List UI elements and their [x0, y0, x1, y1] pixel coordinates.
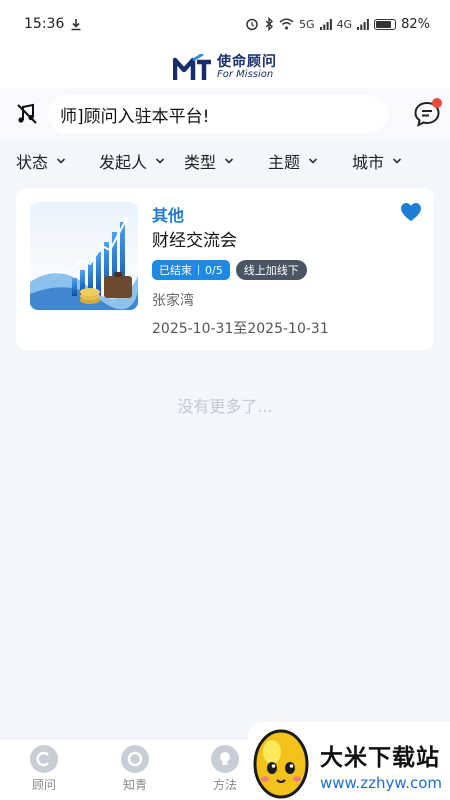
filter-label: 发起人: [99, 153, 148, 172]
finance-chart-image: [30, 202, 138, 310]
status-time: 15:36: [24, 16, 65, 32]
tab-method[interactable]: 方法: [195, 745, 255, 793]
event-card[interactable]: 其他 财经交流会 已结束 0/5 线上加线下 张家湾 2025-10-31至20…: [16, 188, 434, 350]
tab-knowledge[interactable]: 知青: [105, 745, 165, 793]
mascot-icon: [253, 729, 309, 799]
status-left: 15:36: [24, 16, 82, 32]
event-title: 财经交流会: [152, 231, 237, 251]
music-note-icon[interactable]: [16, 101, 38, 127]
participant-count: 0/5: [205, 263, 223, 277]
event-location: 张家湾: [152, 293, 194, 309]
c-logo-icon: [30, 745, 58, 773]
watermark-name: 大米下载站: [320, 745, 440, 771]
brand-logo: 使命顾问 For Mission: [173, 54, 277, 82]
bulb-icon: [211, 745, 239, 773]
list-end-text: 没有更多了...: [177, 397, 273, 416]
event-category: 其他: [152, 206, 185, 225]
battery-icon: [374, 18, 397, 30]
ring-icon: [121, 745, 149, 773]
filter-city[interactable]: 城市: [352, 149, 402, 173]
mode-badge: 线上加线下: [235, 260, 307, 280]
brand-name: 使命顾问: [217, 54, 277, 71]
filter-label: 主题: [268, 153, 301, 172]
chevron-down-icon: [308, 158, 318, 164]
signal-5g-label: 5G: [299, 17, 315, 31]
status-badge: 已结束 0/5: [152, 260, 230, 280]
watermark-url: www.zzhyw.com: [320, 774, 443, 792]
wifi-icon: [279, 18, 294, 30]
tab-label: 方法: [212, 778, 237, 792]
event-thumbnail: [30, 202, 138, 310]
bluetooth-icon: [265, 17, 274, 31]
filter-label: 城市: [352, 153, 385, 172]
filter-bar: 状态 发起人 类型 主题 城市: [0, 140, 450, 182]
site-watermark: 大米下载站 www.zzhyw.com: [248, 722, 450, 800]
status-label: 已结束: [159, 264, 192, 277]
signal-icon: [319, 18, 332, 30]
filter-type[interactable]: 类型: [184, 149, 234, 173]
brand-mark-icon: [173, 54, 211, 80]
announcement-row: 师]顾问入驻本平台!: [0, 88, 450, 140]
notification-dot: [432, 98, 442, 108]
chevron-down-icon: [392, 158, 402, 164]
filter-initiator[interactable]: 发起人: [99, 149, 165, 173]
status-right: 5G 4G 82%: [245, 17, 430, 32]
chevron-down-icon: [155, 158, 165, 164]
filter-label: 类型: [184, 153, 217, 172]
status-bar: 15:36 5G 4G 82%: [0, 0, 450, 48]
tab-label: 顾问: [31, 778, 56, 792]
filter-status[interactable]: 状态: [16, 149, 66, 173]
event-dates: 2025-10-31至2025-10-31: [152, 321, 329, 337]
filter-topic[interactable]: 主题: [268, 149, 318, 173]
download-icon: [71, 18, 81, 30]
battery-percent: 82%: [401, 16, 430, 32]
event-tags: 已结束 0/5 线上加线下: [152, 260, 307, 280]
announcement-text: 师]顾问入驻本平台!: [60, 106, 210, 127]
filter-label: 状态: [16, 153, 49, 172]
app-header: 使命顾问 For Mission: [0, 48, 450, 88]
battery-fill: [376, 20, 391, 28]
chevron-down-icon: [56, 158, 66, 164]
heart-icon[interactable]: [400, 202, 422, 222]
brand-tagline: For Mission: [217, 69, 274, 81]
message-button[interactable]: [412, 98, 442, 129]
signal-icon: [357, 18, 369, 30]
alarm-icon: [246, 18, 258, 31]
tag-divider: [198, 265, 199, 275]
tab-advisor[interactable]: 顾问: [14, 745, 74, 793]
announcement-marquee[interactable]: 师]顾问入驻本平台!: [48, 95, 388, 133]
signal-4g-label: 4G: [336, 17, 353, 31]
chevron-down-icon: [224, 158, 234, 164]
tab-label: 知青: [122, 778, 147, 792]
